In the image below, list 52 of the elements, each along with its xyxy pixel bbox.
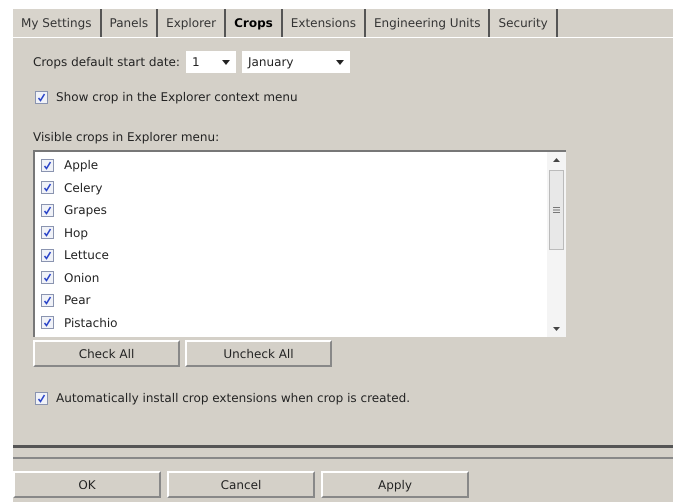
visible-crops-label: Visible crops in Explorer menu: — [33, 129, 220, 146]
checkbox[interactable] — [41, 181, 54, 194]
crop-label: Celery — [64, 180, 103, 197]
tab[interactable]: Engineering Units — [366, 9, 490, 37]
scrollbar[interactable] — [547, 152, 566, 337]
list-button[interactable]: Check All — [33, 340, 180, 367]
scroll-up-icon[interactable] — [553, 158, 560, 162]
checkmark-icon — [43, 160, 52, 170]
crop-label: Pistachio — [64, 314, 118, 332]
tab[interactable]: Security — [490, 9, 558, 37]
grip-icon — [553, 206, 560, 212]
checkbox[interactable] — [35, 90, 48, 104]
checkbox[interactable] — [41, 226, 54, 240]
checkbox[interactable] — [41, 158, 54, 172]
checkmark-icon — [43, 273, 52, 282]
tab[interactable]: My Settings — [13, 9, 102, 37]
checkbox[interactable] — [41, 204, 54, 217]
crop-label: Pear — [64, 292, 90, 310]
checkbox[interactable] — [41, 248, 54, 262]
checkmark-icon — [43, 250, 52, 260]
checkmark-icon — [43, 228, 52, 238]
crop-label: Hop — [64, 224, 88, 242]
checkbox[interactable] — [41, 316, 54, 330]
checkmark-icon — [43, 183, 52, 192]
dialog-button[interactable]: OK — [13, 471, 161, 498]
checkmark-icon — [37, 394, 46, 402]
checkbox[interactable] — [35, 392, 48, 404]
crop-label: Lettuce — [64, 247, 109, 264]
tab[interactable]: Explorer — [158, 9, 226, 37]
crop-label: Grapes — [64, 202, 107, 220]
scroll-down-icon[interactable] — [553, 327, 560, 331]
scroll-thumb[interactable] — [549, 170, 564, 250]
day-dropdown[interactable]: 1 — [186, 51, 236, 73]
start-date-label: Crops default start date: — [33, 54, 180, 71]
checkbox-label: Automatically install crop extensions when crop is created. — [56, 390, 410, 407]
month-dropdown[interactable]: January — [242, 51, 350, 73]
crop-label: Onion — [64, 270, 100, 287]
crop-label: Apple — [64, 157, 98, 174]
list-button[interactable]: Uncheck All — [185, 340, 332, 367]
dialog-button[interactable]: Cancel — [167, 471, 315, 498]
checkmark-icon — [43, 206, 52, 215]
dialog-button[interactable]: Apply — [321, 471, 469, 498]
caret-icon — [336, 60, 344, 64]
checkmark-icon — [43, 296, 52, 305]
tab[interactable]: Panels — [102, 9, 158, 37]
checkbox[interactable] — [41, 271, 54, 284]
checkbox[interactable] — [41, 294, 54, 307]
caret-icon — [222, 60, 230, 64]
checkbox-label: Show crop in the Explorer context menu — [56, 89, 298, 106]
checkmark-icon — [37, 92, 46, 102]
tab[interactable]: Extensions — [282, 9, 366, 37]
checkmark-icon — [43, 318, 52, 328]
